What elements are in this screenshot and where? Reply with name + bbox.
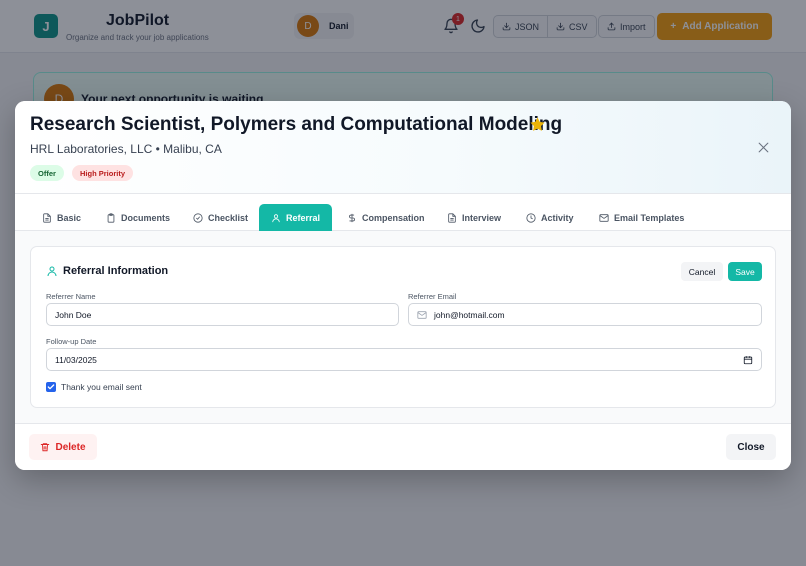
modal-header: Research Scientist, Polymers and Computa…: [15, 101, 791, 194]
tab-label: Basic: [57, 212, 82, 223]
referrer-email-input[interactable]: john@hotmail.com: [408, 303, 762, 326]
tab-label: Documents: [121, 212, 171, 223]
application-modal: Research Scientist, Polymers and Computa…: [15, 101, 791, 470]
clock-icon: [526, 212, 536, 223]
tab-label: Compensation: [362, 212, 425, 223]
modal-footer: Delete Close: [15, 423, 791, 470]
tab-activity[interactable]: Activity: [526, 204, 574, 231]
delete-label: Delete: [55, 441, 86, 453]
tab-label: Activity: [541, 212, 574, 223]
followup-date-input[interactable]: 11/03/2025: [46, 348, 762, 371]
user-icon: [47, 266, 57, 277]
star-icon[interactable]: [529, 116, 546, 133]
company-location: HRL Laboratories, LLC • Malibu, CA: [30, 142, 222, 156]
clipboard-icon: [107, 212, 115, 223]
tab-checklist[interactable]: Checklist: [193, 204, 248, 231]
tab-content: Referral Information Cancel Save Referre…: [15, 231, 791, 423]
tab-bar: Basic Documents Checklist Referral Compe…: [15, 194, 791, 231]
close-button[interactable]: Close: [726, 434, 776, 460]
followup-date-value: 11/03/2025: [55, 354, 97, 365]
tab-label: Checklist: [208, 212, 249, 223]
mail-icon: [599, 213, 609, 222]
check-circle-icon: [193, 212, 203, 223]
referrer-name-input[interactable]: John Doe: [46, 303, 399, 326]
document-icon: [43, 212, 51, 223]
referrer-email-label: Referrer Email: [408, 292, 457, 301]
status-badge: Offer: [30, 165, 64, 181]
cancel-button[interactable]: Cancel: [681, 262, 723, 281]
thank-you-label: Thank you email sent: [61, 382, 142, 392]
tab-label: Email Templates: [614, 212, 685, 223]
tab-interview[interactable]: Interview: [447, 204, 501, 231]
document-icon: [448, 212, 456, 223]
mail-icon: [417, 311, 427, 319]
close-icon[interactable]: [757, 141, 770, 154]
check-icon: [47, 384, 55, 390]
referral-card: Referral Information Cancel Save Referre…: [30, 246, 776, 408]
tab-email-templates[interactable]: Email Templates: [599, 204, 684, 231]
referrer-name-value: John Doe: [55, 309, 92, 320]
tab-documents[interactable]: Documents: [106, 204, 170, 231]
delete-button[interactable]: Delete: [29, 434, 97, 460]
tab-label: Interview: [462, 212, 502, 223]
followup-date-label: Follow-up Date: [46, 337, 97, 346]
referrer-email-value: john@hotmail.com: [434, 309, 505, 320]
tab-basic[interactable]: Basic: [42, 204, 81, 231]
thank-you-checkbox[interactable]: [46, 382, 56, 392]
dollar-icon: [349, 213, 355, 222]
trash-icon: [41, 443, 50, 452]
section-title: Referral Information: [63, 265, 169, 277]
job-title: Research Scientist, Polymers and Computa…: [30, 114, 563, 135]
referrer-name-label: Referrer Name: [46, 292, 96, 301]
tab-label: Referral: [286, 212, 321, 223]
tab-compensation[interactable]: Compensation: [347, 204, 425, 231]
tab-referral[interactable]: Referral: [259, 204, 333, 231]
user-icon: [272, 213, 280, 222]
priority-badge: High Priority: [72, 165, 134, 181]
save-button[interactable]: Save: [728, 262, 762, 281]
calendar-icon[interactable]: [743, 355, 753, 365]
